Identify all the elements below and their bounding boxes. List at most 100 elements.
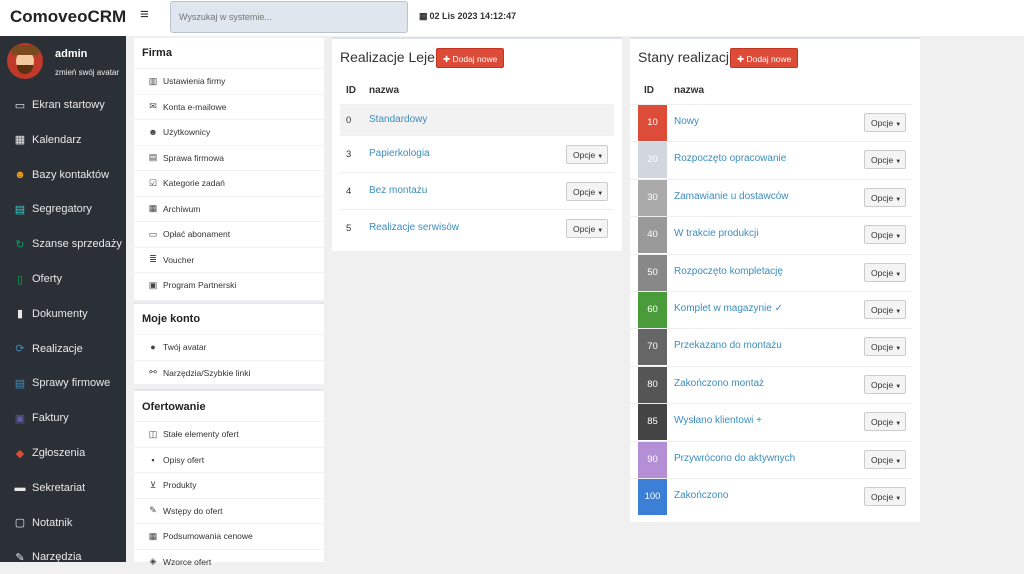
menu-toggle-icon[interactable]: ≡ — [140, 8, 154, 22]
firma-item[interactable]: ▤Sprawa firmowa — [134, 145, 324, 171]
sidebar-item-11[interactable]: ▬Sekretariat — [0, 473, 126, 503]
status-color-badge: 100 — [638, 479, 667, 515]
options-button[interactable]: Opcje▼ — [864, 263, 906, 282]
table-row: 4Bez montażuOpcje▼ — [340, 172, 614, 209]
options-button[interactable]: Opcje▼ — [864, 337, 906, 356]
row-name-link[interactable]: Przywrócono do aktywnych — [674, 453, 795, 464]
row-name-link[interactable]: Wysłano klientowi + — [674, 415, 762, 426]
firma-item[interactable]: ☻Użytkownicy — [134, 119, 324, 145]
caret-down-icon: ▼ — [895, 459, 901, 465]
sidebar-item-1[interactable]: ▦Kalendarz — [0, 125, 126, 155]
options-label: Opcje — [871, 492, 893, 502]
monitor-icon: ▭ — [13, 99, 27, 112]
briefcase-icon: ▤ — [13, 377, 27, 390]
options-button[interactable]: Opcje▼ — [864, 450, 906, 469]
sidebar-item-12[interactable]: ▢Notatnik — [0, 508, 126, 538]
ofertowanie-item[interactable]: ⊻Produkty — [134, 472, 324, 498]
options-button[interactable]: Opcje▼ — [864, 113, 906, 132]
search-input[interactable] — [170, 1, 408, 33]
cart-icon: ⊻ — [147, 480, 159, 491]
options-button[interactable]: Opcje▼ — [566, 145, 608, 164]
row-name-link[interactable]: Rozpoczęto kompletację — [674, 266, 783, 277]
sidebar-item-0[interactable]: ▭Ekran startowy — [0, 90, 126, 120]
stany-add-button[interactable]: ✚ Dodaj nowe — [730, 48, 798, 68]
lejek-title: Realizacje Lejek — [340, 49, 442, 65]
users-icon: ☻ — [147, 127, 159, 137]
sidebar-item-5[interactable]: ▯Oferty — [0, 264, 126, 294]
table-row: 85Wysłano klientowi +Opcje▼ — [630, 403, 912, 440]
status-color-badge: 50 — [638, 255, 667, 291]
firma-item[interactable]: ▦Archiwum — [134, 196, 324, 222]
moje_konto-item[interactable]: ●Twój avatar — [134, 334, 324, 360]
credit-card-icon: ▭ — [147, 229, 159, 240]
row-name-link[interactable]: Przekazano do montażu — [674, 340, 782, 351]
sidebar-item-13[interactable]: ✎Narzędzia — [0, 542, 126, 572]
sidebar-item-9[interactable]: ▣Faktury — [0, 403, 126, 433]
options-button[interactable]: Opcje▼ — [864, 150, 906, 169]
refresh-icon: ↻ — [13, 238, 27, 251]
options-button[interactable]: Opcje▼ — [566, 219, 608, 238]
firma-item-label: Archiwum — [163, 204, 200, 214]
sidebar-item-10[interactable]: ◆Zgłoszenia — [0, 438, 126, 468]
firma-item[interactable]: ▭Opłać abonament — [134, 221, 324, 247]
ofertowanie-item[interactable]: ▦Podsumowania cenowe — [134, 523, 324, 549]
firma-item[interactable]: ≣Voucher — [134, 247, 324, 273]
ofertowanie-item[interactable]: ◫Stałe elementy ofert — [134, 421, 324, 447]
calculator-icon: ▦ — [147, 531, 159, 542]
row-name-link[interactable]: Papierkologia — [369, 148, 430, 159]
options-button[interactable]: Opcje▼ — [864, 412, 906, 431]
ofertowanie-item[interactable]: ◈Wzorce ofert — [134, 549, 324, 574]
options-button[interactable]: Opcje▼ — [864, 188, 906, 207]
sidebar-item-4[interactable]: ↻Szanse sprzedaży — [0, 229, 126, 259]
ofertowanie-item[interactable]: ✎Wstępy do ofert — [134, 498, 324, 524]
sidebar-item-label: Zgłoszenia — [32, 447, 85, 459]
caret-down-icon: ▼ — [895, 496, 901, 502]
options-label: Opcje — [871, 118, 893, 128]
brand-logo[interactable]: ComoveoCRM — [10, 7, 126, 27]
col-id-header: ID — [346, 85, 356, 96]
row-name-link[interactable]: Bez montażu — [369, 185, 427, 196]
table-row: 10NowyOpcje▼ — [630, 104, 912, 141]
sidebar-item-2[interactable]: ☻Bazy kontaktów — [0, 160, 126, 190]
sidebar-item-8[interactable]: ▤Sprawy firmowe — [0, 368, 126, 398]
row-name-link[interactable]: W trakcie produkcji — [674, 228, 758, 239]
firma-item-label: Ustawienia firmy — [163, 76, 225, 86]
ofertowanie-section: Ofertowanie ◫Stałe elementy ofert▪Opisy … — [134, 391, 324, 562]
sidebar-item-label: Oferty — [32, 273, 62, 285]
row-name-link[interactable]: Rozpoczęto opracowanie — [674, 153, 786, 164]
ofertowanie-item-label: Stałe elementy ofert — [163, 429, 239, 439]
row-name-link[interactable]: Zamawianie u dostawców — [674, 191, 789, 202]
ofertowanie-item[interactable]: ▪Opisy ofert — [134, 447, 324, 473]
firma-item-label: Kategorie zadań — [163, 178, 225, 188]
options-button[interactable]: Opcje▼ — [566, 182, 608, 201]
row-name-link[interactable]: Standardowy — [369, 114, 427, 125]
users-icon: ☻ — [13, 169, 27, 181]
status-color-badge: 30 — [638, 180, 667, 216]
options-button[interactable]: Opcje▼ — [864, 487, 906, 506]
options-label: Opcje — [573, 150, 595, 160]
row-name-link[interactable]: Zakończono montaż — [674, 378, 764, 389]
sidebar-item-7[interactable]: ⟳Realizacje — [0, 334, 126, 364]
note-icon: ▢ — [13, 516, 27, 529]
options-button[interactable]: Opcje▼ — [864, 375, 906, 394]
firma-item[interactable]: ✉Konta e-mailowe — [134, 94, 324, 120]
firma-item[interactable]: ▥Ustawienia firmy — [134, 68, 324, 94]
options-button[interactable]: Opcje▼ — [864, 300, 906, 319]
sidebar-item-6[interactable]: ▮Dokumenty — [0, 299, 126, 329]
options-button[interactable]: Opcje▼ — [864, 225, 906, 244]
moje_konto-item[interactable]: ⚯Narzędzia/Szybkie linki — [134, 360, 324, 386]
lejek-add-button[interactable]: ✚ Dodaj nowe — [436, 48, 504, 68]
firma-item[interactable]: ▣Program Partnerski — [134, 272, 324, 298]
row-name-link[interactable]: Zakończono — [674, 490, 728, 501]
sidebar-item-3[interactable]: ▤Segregatory — [0, 194, 126, 224]
firma-item[interactable]: ☑Kategorie zadań — [134, 170, 324, 196]
change-avatar-link[interactable]: zmień swój avatar — [55, 68, 119, 77]
avatar[interactable] — [7, 43, 43, 79]
row-name-link[interactable]: Nowy — [674, 116, 699, 127]
options-label: Opcje — [871, 342, 893, 352]
row-name-link[interactable]: Realizacje serwisów — [369, 222, 459, 233]
briefcase-icon: ▤ — [147, 152, 159, 163]
table-row: 20Rozpoczęto opracowanieOpcje▼ — [630, 141, 912, 178]
row-name-link[interactable]: Komplet w magazynie ✓ — [674, 303, 783, 314]
row-id: 3 — [346, 149, 351, 160]
